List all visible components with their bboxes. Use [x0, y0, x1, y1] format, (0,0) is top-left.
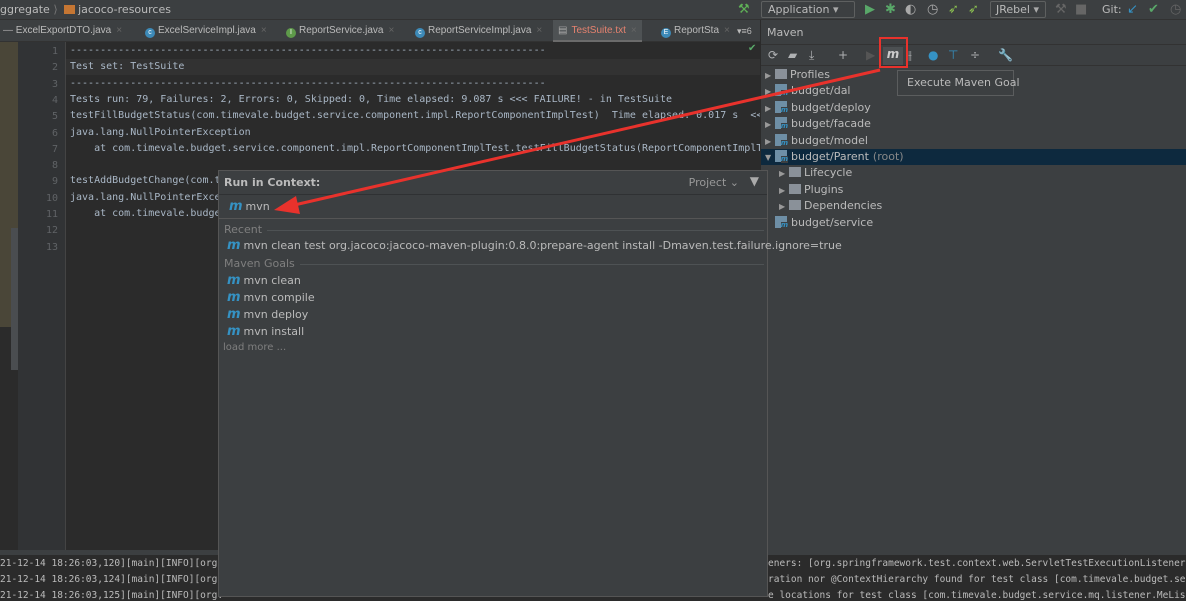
arrow-head: [274, 196, 300, 214]
annotation-arrow: [274, 68, 881, 214]
arrow-line: [289, 68, 881, 208]
